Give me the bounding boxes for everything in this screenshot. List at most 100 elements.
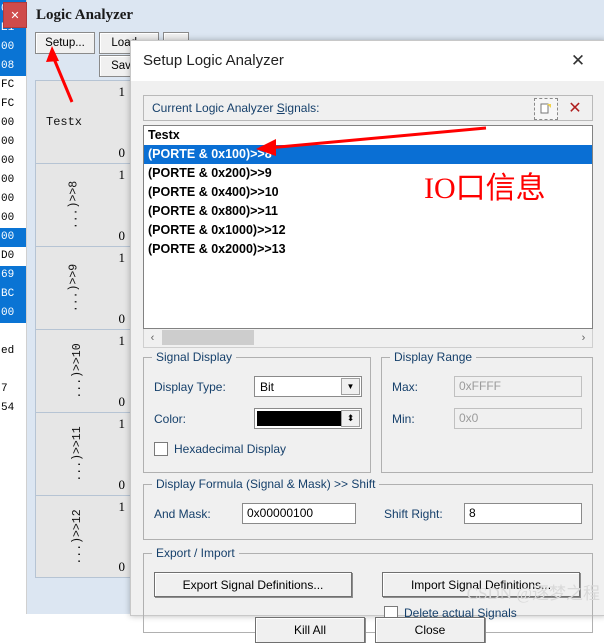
hex-cell[interactable]: BC: [0, 285, 26, 304]
dialog-title: Setup Logic Analyzer: [143, 52, 284, 69]
hex-cell[interactable]: 00: [0, 152, 26, 171]
track-low-value: 0: [118, 228, 126, 243]
close-icon[interactable]: ✕: [559, 49, 597, 73]
hex-cell[interactable]: FC: [0, 76, 26, 95]
hex-cell[interactable]: 08: [0, 57, 26, 76]
close-button[interactable]: Close: [375, 617, 485, 643]
hexadecimal-display-checkbox[interactable]: Hexadecimal Display: [154, 442, 286, 456]
shift-right-input[interactable]: 8: [464, 503, 582, 524]
waveform-track-labels: 1 0 Testx 1 0 ...)>>8 1 0 ...)>>9 1 0 ...)>>10 1 0...…: [35, 80, 131, 608]
track-high-value: 1: [118, 250, 126, 265]
track-high-value: 1: [118, 167, 126, 182]
track-high-value: 1: [118, 416, 126, 431]
close-icon[interactable]: ✕: [3, 2, 27, 28]
hex-cell[interactable]: [0, 323, 26, 342]
dialog-body: Current Logic Analyzer Signals: ✕ Testx(…: [131, 81, 604, 643]
signals-header-label: Current Logic Analyzer Signals:: [152, 101, 320, 115]
list-item[interactable]: (PORTE & 0x800)>>11: [144, 202, 592, 221]
list-item[interactable]: (PORTE & 0x1000)>>12: [144, 221, 592, 240]
hex-cell[interactable]: 69: [0, 266, 26, 285]
and-mask-input[interactable]: 0x00000100: [242, 503, 356, 524]
hexadecimal-display-label: Hexadecimal Display: [174, 442, 287, 456]
memory-hex-column[interactable]: 00E10008FCFC00000000000000D069BC00ed754: [0, 0, 27, 614]
hex-cell[interactable]: 00: [0, 171, 26, 190]
color-dropdown-icon[interactable]: ⬍: [341, 410, 360, 427]
checkbox-box: [154, 442, 168, 456]
display-type-select[interactable]: Bit ▼: [254, 376, 362, 397]
hex-cell[interactable]: D0: [0, 247, 26, 266]
signal-display-group: Signal Display Display Type: Bit ▼ Color…: [143, 350, 371, 473]
waveform-track[interactable]: 1 0 Testx: [35, 80, 131, 163]
chevron-down-icon[interactable]: ▼: [341, 378, 360, 395]
track-low-value: 0: [118, 394, 126, 409]
hex-cell[interactable]: 00: [0, 228, 26, 247]
hex-cell[interactable]: ed: [0, 342, 26, 361]
new-signal-icon[interactable]: [534, 98, 558, 120]
and-mask-label: And Mask:: [154, 507, 211, 521]
track-label: ...)>>10: [71, 343, 85, 399]
display-type-label: Display Type:: [154, 380, 226, 394]
signals-hscrollbar[interactable]: ‹ ›: [143, 329, 593, 348]
page-title: Logic Analyzer: [36, 7, 134, 23]
signal-display-caption: Signal Display: [152, 350, 237, 364]
track-high-value: 1: [118, 84, 126, 99]
hex-cell[interactable]: 00: [0, 38, 26, 57]
export-signal-definitions-button[interactable]: Export Signal Definitions...: [154, 572, 352, 597]
list-item[interactable]: (PORTE & 0x200)>>9: [144, 164, 592, 183]
list-item[interactable]: (PORTE & 0x100)>>8: [144, 145, 592, 164]
list-item[interactable]: Testx: [144, 126, 592, 145]
track-label: ...)>>12: [71, 508, 85, 565]
scroll-right-icon[interactable]: ›: [575, 329, 592, 346]
track-label: Testx: [46, 115, 83, 129]
kill-all-button[interactable]: Kill All: [255, 617, 365, 643]
track-high-value: 1: [118, 499, 126, 514]
signals-listbox[interactable]: Testx (PORTE & 0x100)>>8 (PORTE & 0x200)>>…: [143, 125, 593, 329]
list-item[interactable]: (PORTE & 0x400)>>10: [144, 183, 592, 202]
hex-cell[interactable]: 00: [0, 114, 26, 133]
max-input[interactable]: 0xFFFF: [454, 376, 582, 397]
setup-logic-analyzer-dialog: Setup Logic Analyzer ✕ Current Logic Ana…: [130, 40, 604, 643]
track-low-value: 0: [118, 559, 126, 574]
hex-cell[interactable]: 00: [0, 190, 26, 209]
max-label: Max:: [392, 380, 419, 394]
track-label: ...)>>8: [67, 180, 81, 230]
min-input[interactable]: 0x0: [454, 408, 582, 429]
waveform-track[interactable]: 1 0 ...)>>12: [35, 495, 131, 578]
scroll-thumb[interactable]: [162, 330, 254, 345]
waveform-track[interactable]: 1 0 ...)>>10: [35, 329, 131, 412]
delete-signal-icon[interactable]: ✕: [564, 98, 586, 118]
signals-header-bar: Current Logic Analyzer Signals: ✕: [143, 95, 593, 121]
export-import-caption: Export / Import: [152, 546, 239, 560]
track-label: ...)>>9: [67, 263, 81, 313]
watermark: CSDN @逐梦之程: [466, 584, 600, 603]
hex-cell[interactable]: 54: [0, 399, 26, 418]
waveform-track[interactable]: 1 0 ...)>>11: [35, 412, 131, 495]
track-low-value: 0: [118, 145, 126, 160]
hex-cell[interactable]: [0, 361, 26, 380]
track-low-value: 0: [118, 311, 126, 326]
display-range-caption: Display Range: [390, 350, 477, 364]
track-label: ...)>>11: [71, 426, 85, 482]
setup-button[interactable]: Setup...: [35, 32, 95, 54]
shift-right-label: Shift Right:: [384, 507, 443, 521]
display-type-value: Bit: [260, 380, 275, 394]
list-item[interactable]: (PORTE & 0x2000)>>13: [144, 240, 592, 259]
track-high-value: 1: [118, 333, 126, 348]
waveform-track[interactable]: 1 0 ...)>>8: [35, 163, 131, 246]
scroll-left-icon[interactable]: ‹: [144, 329, 161, 346]
hex-cell[interactable]: 7: [0, 380, 26, 399]
dialog-titlebar: Setup Logic Analyzer ✕: [131, 41, 604, 81]
color-label: Color:: [154, 412, 187, 426]
hex-cell[interactable]: 00: [0, 209, 26, 228]
display-range-group: Display Range Max: 0xFFFF Min: 0x0: [381, 350, 593, 473]
waveform-track[interactable]: 1 0 ...)>>9: [35, 246, 131, 329]
color-swatch: [257, 411, 341, 426]
hex-cell[interactable]: 00: [0, 304, 26, 323]
track-low-value: 0: [118, 477, 126, 492]
hex-cell[interactable]: 00: [0, 133, 26, 152]
display-formula-group: Display Formula (Signal & Mask) >> Shift…: [143, 477, 593, 540]
display-formula-caption: Display Formula (Signal & Mask) >> Shift: [152, 477, 380, 491]
hex-cell[interactable]: FC: [0, 95, 26, 114]
min-label: Min:: [392, 412, 415, 426]
color-picker[interactable]: ⬍: [254, 408, 362, 429]
